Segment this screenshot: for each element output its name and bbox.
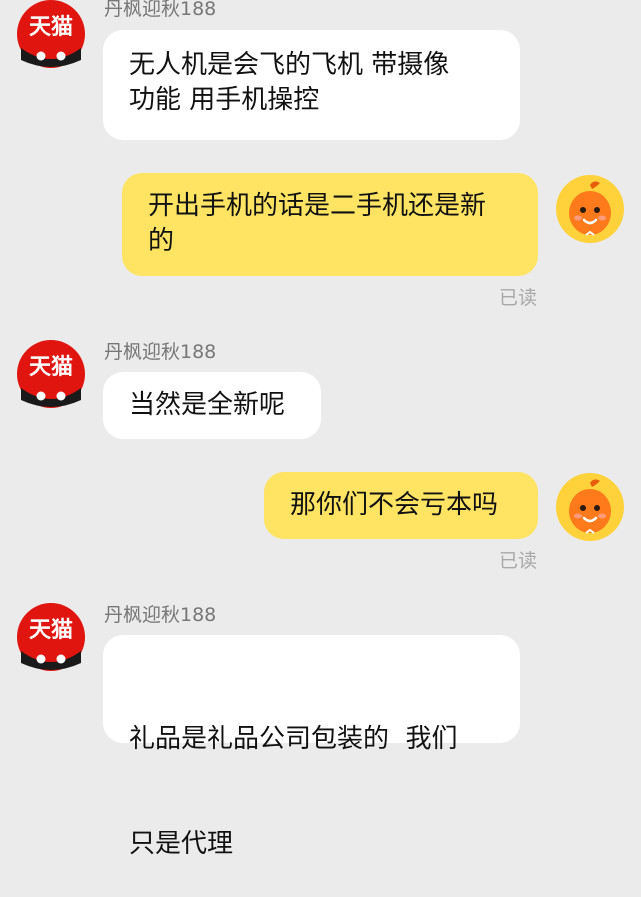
contact-avatar[interactable]: 天猫 [17, 603, 85, 671]
sender-name: 丹枫迎秋188 [104, 0, 217, 20]
contact-avatar[interactable]: 天猫 [17, 0, 85, 68]
orange-mascot-icon [556, 473, 624, 541]
my-avatar[interactable] [556, 175, 624, 243]
message-bubble-outgoing[interactable]: 开出手机的话是二手机还是新 的 [122, 173, 538, 276]
tmall-logo-icon: 天猫 [17, 603, 85, 671]
message-line: 礼品是礼品公司包装的 我们 [129, 724, 458, 754]
tmall-logo-icon: 天猫 [17, 340, 85, 408]
tmall-logo-icon: 天猫 [17, 0, 85, 68]
contact-avatar[interactable]: 天猫 [17, 340, 85, 408]
my-avatar[interactable] [556, 473, 624, 541]
message-line: 无人机是会飞的飞机 带摄像 [129, 50, 450, 80]
avatar-text: 天猫 [29, 355, 73, 380]
avatar-text: 天猫 [29, 618, 73, 643]
message-line: 功能 用手机操控 [129, 85, 320, 115]
avatar-text: 天猫 [29, 15, 73, 40]
message-line: 只是代理 [129, 829, 234, 859]
message-line: 的 [148, 226, 175, 256]
message-line: 开出手机的话是二手机还是新 [148, 191, 487, 221]
message-bubble-incoming[interactable]: 当然是全新呢 [103, 372, 321, 439]
sender-name: 丹枫迎秋188 [104, 341, 217, 363]
read-status: 已读 [498, 550, 537, 572]
message-bubble-incoming[interactable]: 无人机是会飞的飞机 带摄像 功能 用手机操控 [103, 30, 520, 140]
sender-name: 丹枫迎秋188 [104, 604, 217, 626]
read-status: 已读 [498, 287, 537, 309]
message-line: 当然是全新呢 [129, 390, 286, 420]
message-line: 那你们不会亏本吗 [290, 490, 499, 520]
message-bubble-incoming[interactable]: 礼品是礼品公司包装的 我们 只是代理 [103, 635, 520, 859]
message-bubble-outgoing[interactable]: 那你们不会亏本吗 [264, 472, 538, 539]
orange-mascot-icon [556, 175, 624, 243]
